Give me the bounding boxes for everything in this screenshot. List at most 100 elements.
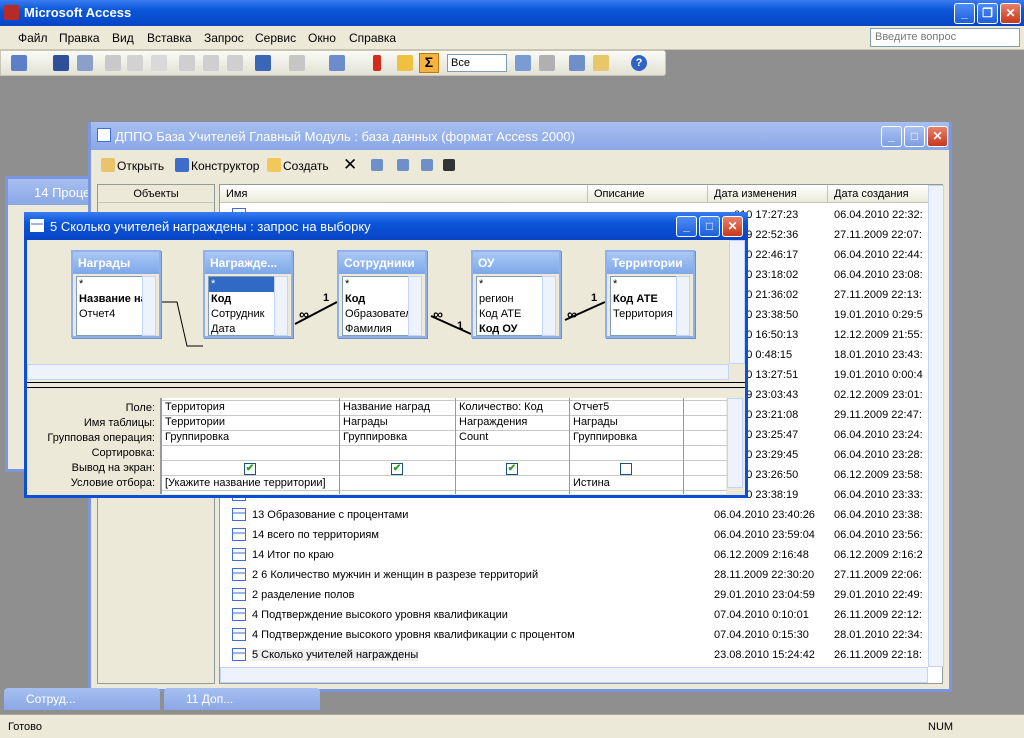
field-item[interactable]: *: [477, 277, 545, 292]
large-icons-icon[interactable]: [371, 159, 383, 171]
minimized-window-employees[interactable]: Сотруд...: [4, 688, 160, 710]
grid-cell-criteria[interactable]: Истина: [570, 477, 682, 492]
minimize-button[interactable]: _: [954, 3, 975, 24]
spelling-icon[interactable]: [151, 55, 167, 71]
menu-query[interactable]: Запрос: [204, 31, 244, 45]
column-description[interactable]: Описание: [588, 185, 708, 203]
table-row[interactable]: 4 Подтверждение высокого уровня квалифик…: [220, 605, 930, 625]
field-item[interactable]: Код АТЕ: [477, 307, 545, 322]
field-item[interactable]: *: [611, 277, 679, 292]
field-item[interactable]: Код АТЕ: [611, 292, 679, 307]
menu-help[interactable]: Справка: [349, 31, 396, 45]
field-item[interactable]: регион: [477, 292, 545, 307]
grid-cell-field[interactable]: Количество: Код: [456, 401, 568, 416]
field-list-table[interactable]: Территории * Код АТЕ Территория: [605, 250, 695, 338]
field-list-table[interactable]: Награжде... * Код Сотрудник Дата: [203, 250, 293, 338]
show-checkbox[interactable]: ✔: [244, 463, 256, 475]
field-list-scrollbar[interactable]: [542, 276, 556, 336]
undo-icon[interactable]: [255, 55, 271, 71]
column-name[interactable]: Имя: [220, 185, 588, 203]
design-button[interactable]: Конструктор: [191, 159, 259, 173]
grid-cell-group[interactable]: Группировка: [162, 431, 338, 446]
search-icon[interactable]: [77, 55, 93, 71]
restore-button[interactable]: ❐: [977, 3, 998, 24]
field-list-scrollbar[interactable]: [676, 276, 690, 336]
query-minimize-button[interactable]: _: [676, 216, 697, 237]
totals-sigma-icon[interactable]: Σ: [419, 53, 439, 73]
help-search-input[interactable]: Введите вопрос: [870, 28, 1020, 47]
small-icons-icon[interactable]: [397, 159, 409, 171]
field-item[interactable]: *: [343, 277, 411, 292]
field-item[interactable]: *: [77, 277, 145, 292]
close-button[interactable]: ✕: [1000, 3, 1021, 24]
grid-cell-field[interactable]: Название наград: [340, 401, 454, 416]
query-maximize-button[interactable]: □: [699, 216, 720, 237]
table-title[interactable]: Территории: [607, 252, 693, 274]
table-title[interactable]: Награжде...: [205, 252, 291, 274]
table-row[interactable]: 14 всего по территориям 06.04.2010 23:59:…: [220, 525, 930, 545]
menu-view[interactable]: Вид: [112, 31, 134, 45]
column-created[interactable]: Дата создания: [828, 185, 930, 203]
field-item[interactable]: Код: [209, 292, 277, 307]
query-type-icon[interactable]: [329, 55, 345, 71]
open-button[interactable]: Открыть: [117, 159, 164, 173]
tables-horizontal-scrollbar[interactable]: [27, 364, 729, 380]
list-horizontal-scrollbar[interactable]: [220, 667, 928, 683]
table-row[interactable]: 4 Подтверждение высокого уровня квалифик…: [220, 625, 930, 645]
query-close-button[interactable]: ✕: [722, 216, 743, 237]
grid-cell-sort[interactable]: [340, 446, 454, 461]
show-checkbox[interactable]: [620, 463, 632, 475]
grid-cell-table[interactable]: Награды: [340, 416, 454, 431]
field-list-scrollbar[interactable]: [274, 276, 288, 336]
grid-cell-group[interactable]: Группировка: [340, 431, 454, 446]
grid-cell-field[interactable]: Территория: [162, 401, 338, 416]
delete-icon[interactable]: ✕: [343, 155, 357, 175]
grid-cell-criteria[interactable]: [Укажите название территории]: [162, 477, 338, 492]
table-row[interactable]: 2 разделение полов 29.01.2010 23:04:59 29.…: [220, 585, 930, 605]
menu-tools[interactable]: Сервис: [255, 31, 296, 45]
table-row[interactable]: 14 Итог по краю 06.12.2009 2:16:48 06.12.2…: [220, 545, 930, 565]
menu-edit[interactable]: Правка: [59, 31, 100, 45]
menu-insert[interactable]: Вставка: [147, 31, 192, 45]
grid-cell-table[interactable]: Награды: [570, 416, 682, 431]
list-view-icon[interactable]: [421, 159, 433, 171]
database-window-icon[interactable]: [569, 55, 585, 71]
redo-icon[interactable]: [289, 55, 305, 71]
field-list-scrollbar[interactable]: [142, 276, 156, 336]
properties-icon[interactable]: [515, 55, 531, 71]
grid-cell-sort[interactable]: [456, 446, 568, 461]
field-list-table[interactable]: Сотрудники * Код Образовател Фамилия: [337, 250, 427, 338]
db-minimize-button[interactable]: _: [881, 126, 902, 147]
print-preview-icon[interactable]: [127, 55, 143, 71]
grid-cell-sort[interactable]: [162, 446, 338, 461]
new-object-icon[interactable]: [593, 55, 609, 71]
print-icon[interactable]: [105, 55, 121, 71]
show-table-icon[interactable]: [397, 55, 413, 71]
details-view-icon[interactable]: [443, 159, 455, 171]
menu-file[interactable]: Файл: [18, 31, 48, 45]
field-list-table[interactable]: ОУ * регион Код АТЕ Код ОУ: [471, 250, 561, 338]
view-icon[interactable]: [11, 55, 27, 71]
paste-icon[interactable]: [227, 55, 243, 71]
top-values-combo[interactable]: Все: [447, 54, 507, 72]
cut-icon[interactable]: [179, 55, 195, 71]
db-close-button[interactable]: ✕: [927, 126, 948, 147]
table-title[interactable]: Сотрудники: [339, 252, 425, 274]
minimized-window-additional[interactable]: 11 Доп...: [164, 688, 320, 710]
help-icon[interactable]: ?: [631, 55, 647, 71]
field-item[interactable]: *: [209, 277, 277, 292]
table-row[interactable]: 5 Сколько учителей награждены 23.08.2010 …: [220, 645, 930, 665]
grid-cell-table[interactable]: Территории: [162, 416, 338, 431]
table-row[interactable]: 2 6 Количество мужчин и женщин в разрезе…: [220, 565, 930, 585]
field-item[interactable]: Сотрудник: [209, 307, 277, 322]
grid-cell-field[interactable]: Отчет5: [570, 401, 682, 416]
copy-icon[interactable]: [203, 55, 219, 71]
table-title[interactable]: Награды: [73, 252, 159, 274]
field-item[interactable]: Образовател: [343, 307, 411, 322]
create-button[interactable]: Создать: [283, 159, 329, 173]
field-list-table[interactable]: Награды * Название наг Отчет4: [71, 250, 161, 338]
grid-cell-group[interactable]: Count: [456, 431, 568, 446]
field-item[interactable]: Дата: [209, 322, 277, 335]
grid-cell-group[interactable]: Группировка: [570, 431, 682, 446]
menu-window[interactable]: Окно: [308, 31, 336, 45]
